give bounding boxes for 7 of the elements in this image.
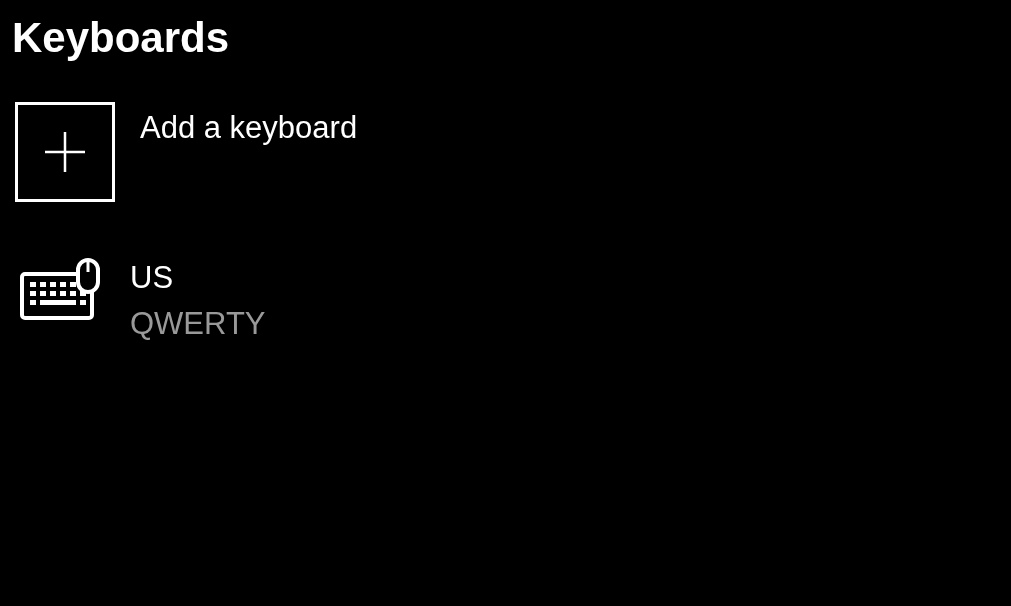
keyboard-icon [20, 258, 102, 322]
keyboard-name[interactable]: US [130, 258, 174, 298]
add-button[interactable] [15, 102, 115, 202]
plus-icon [43, 130, 87, 174]
page-title: Keyboards [11, 13, 230, 63]
add-keyboard-link[interactable]: Add a keyboard [140, 110, 358, 146]
keyboard-layout: QWERTY [130, 305, 266, 343]
